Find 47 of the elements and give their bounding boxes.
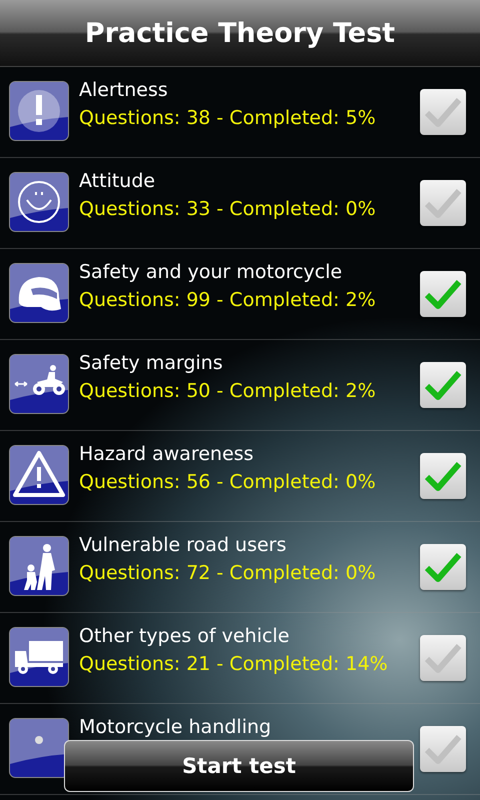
check-icon (424, 642, 462, 674)
exclamation-icon (9, 81, 69, 141)
checkbox[interactable] (420, 453, 466, 499)
category-stats: Questions: 99 - Completed: 2% (79, 289, 377, 311)
truck-icon (9, 627, 69, 687)
category-name: Vulnerable road users (79, 534, 288, 556)
category-row[interactable]: Vulnerable road users Questions: 72 - Completed: 0% (0, 522, 480, 613)
checkbox[interactable] (420, 89, 466, 135)
category-name: Safety and your motorcycle (79, 261, 344, 283)
check-icon (424, 733, 462, 765)
category-row[interactable]: Hazard awareness Questions: 56 - Completed: 0% (0, 431, 480, 522)
category-name: Safety margins (79, 352, 224, 374)
category-stats: Questions: 72 - Completed: 0% (79, 562, 377, 584)
category-stats: Questions: 33 - Completed: 0% (79, 198, 377, 220)
category-row[interactable]: Attitude Questions: 33 - Completed: 0% (0, 158, 480, 249)
checkbox[interactable] (420, 362, 466, 408)
smiley-icon (9, 172, 69, 232)
category-icon (9, 718, 69, 778)
pedestrians-icon (9, 536, 69, 596)
check-icon (424, 96, 462, 128)
screen-title: Practice Theory Test (84, 18, 396, 48)
checkbox[interactable] (420, 726, 466, 772)
category-row[interactable]: Safety margins Questions: 50 - Completed: 2% (0, 340, 480, 431)
start-test-button[interactable]: Start test (64, 740, 414, 792)
category-name: Motorcycle handling (79, 716, 272, 738)
check-icon (424, 460, 462, 492)
check-icon (424, 551, 462, 583)
category-stats: Questions: 56 - Completed: 0% (79, 471, 377, 493)
category-name: Alertness (79, 79, 169, 101)
category-name: Other types of vehicle (79, 625, 290, 647)
checkbox[interactable] (420, 271, 466, 317)
category-name: Hazard awareness (79, 443, 255, 465)
motorcycle-icon (9, 354, 69, 414)
checkbox[interactable] (420, 180, 466, 226)
category-name: Attitude (79, 170, 156, 192)
category-row[interactable]: Other types of vehicle Questions: 21 - Completed: 14% (0, 613, 480, 704)
checkbox[interactable] (420, 635, 466, 681)
category-row[interactable]: Alertness Questions: 38 - Completed: 5% (0, 67, 480, 158)
category-stats: Questions: 38 - Completed: 5% (79, 107, 377, 129)
category-stats: Questions: 50 - Completed: 2% (79, 380, 377, 402)
check-icon (424, 369, 462, 401)
checkbox[interactable] (420, 544, 466, 590)
check-icon (424, 278, 462, 310)
check-icon (424, 187, 462, 219)
helmet-icon (9, 263, 69, 323)
category-stats: Questions: 21 - Completed: 14% (79, 653, 389, 675)
category-row[interactable]: Safety and your motorcycle Questions: 99 - Completed: 2% (0, 249, 480, 340)
